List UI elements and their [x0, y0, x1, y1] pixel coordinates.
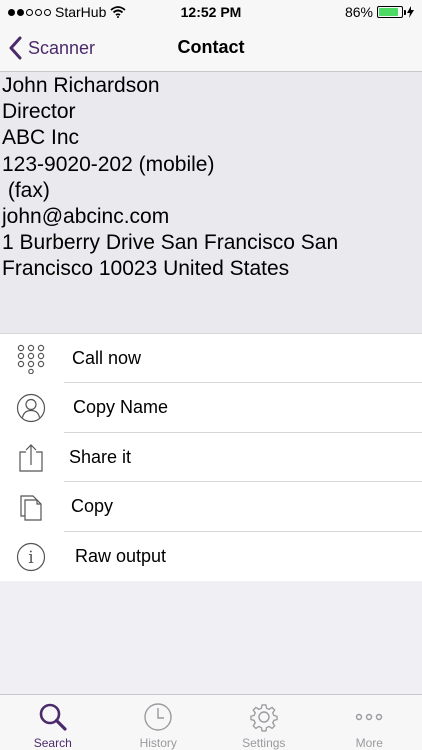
info-icon: i	[14, 541, 48, 573]
copy-icon	[14, 491, 48, 523]
battery-percent: 86%	[344, 4, 373, 20]
keypad-icon	[14, 343, 48, 375]
page-title: Contact	[177, 37, 245, 57]
copy-name-button[interactable]: Copy Name	[0, 383, 422, 433]
contact-company: ABC Inc	[2, 126, 80, 150]
copy-name-label: Copy Name	[73, 397, 169, 418]
share-icon	[14, 442, 48, 474]
tab-more[interactable]: More	[317, 695, 422, 750]
contact-email: john@abcinc.com	[2, 205, 170, 229]
status-bar: StarHub 12:52 PM 86%	[0, 0, 422, 24]
charging-bolt-icon	[407, 6, 414, 18]
tab-bar: Search History Settings More	[0, 694, 422, 750]
copy-label: Copy	[71, 496, 114, 517]
raw-output-button[interactable]: i Raw output	[0, 532, 422, 581]
tab-history-label: History	[139, 736, 177, 750]
contact-address-line-2: Francisco 10023 United States	[2, 257, 290, 281]
contact-title: Director	[2, 100, 76, 124]
svg-text:i: i	[28, 548, 34, 568]
battery-level	[379, 8, 398, 16]
tab-settings-label: Settings	[242, 736, 286, 750]
raw-output-label: Raw output	[75, 545, 167, 566]
more-icon	[353, 701, 385, 733]
share-button[interactable]: Share it	[0, 433, 422, 483]
clock-icon	[142, 701, 174, 733]
contact-mobile: 123-9020-202 (mobile)	[2, 152, 215, 176]
search-icon	[37, 701, 69, 733]
contact-fax: (fax)	[2, 178, 50, 202]
gear-icon	[248, 701, 280, 733]
contact-address-line-1: 1 Burberry Drive San Francisco San	[2, 231, 339, 255]
copy-button[interactable]: Copy	[0, 482, 422, 532]
battery-icon	[377, 6, 406, 18]
person-icon	[14, 392, 48, 424]
navigation-bar: Scanner Contact	[0, 24, 422, 72]
tab-search[interactable]: Search	[0, 695, 106, 750]
tab-more-label: More	[355, 736, 383, 750]
share-label: Share it	[69, 446, 132, 467]
contact-details: John Richardson Director ABC Inc 123-902…	[0, 72, 422, 334]
call-now-label: Call now	[72, 348, 142, 368]
tab-search-label: Search	[33, 736, 72, 750]
action-list: Call now Copy Name Share it Copy i Raw o…	[0, 334, 422, 581]
status-right: 86%	[345, 4, 414, 20]
tab-history[interactable]: History	[106, 695, 212, 750]
call-now-button[interactable]: Call now	[0, 334, 422, 384]
contact-name: John Richardson	[2, 74, 160, 97]
tab-settings[interactable]: Settings	[211, 695, 317, 750]
